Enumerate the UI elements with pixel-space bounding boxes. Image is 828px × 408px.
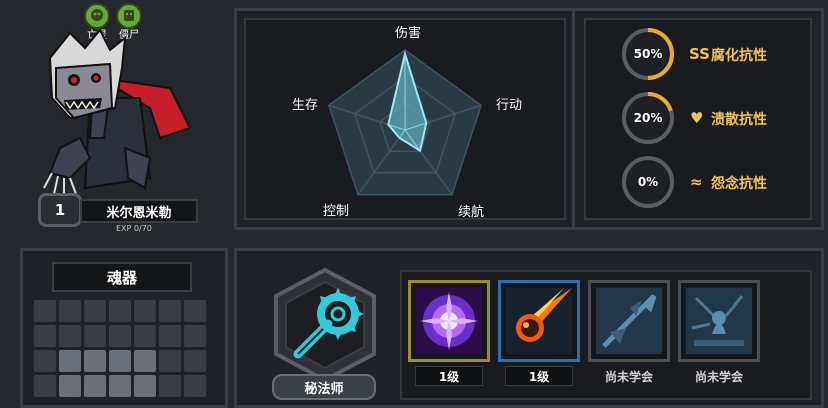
soul-grid-cell[interactable] <box>34 375 56 397</box>
stat-label-damage: 伤害 <box>395 26 422 41</box>
class-emblem[interactable] <box>266 266 384 384</box>
skill-slot-void-orb[interactable] <box>408 280 490 362</box>
skill-slot-ice-spear[interactable] <box>588 280 670 362</box>
resist-label-grudge: 怨念抗性 <box>711 176 767 192</box>
skill-level-frost-summon: 尚未学会 <box>694 369 743 384</box>
resist-progress-arc <box>647 28 674 80</box>
corrosion-icon: SS <box>689 45 710 63</box>
soul-grid-cell[interactable] <box>59 325 81 347</box>
soul-grid-cell[interactable] <box>134 350 156 372</box>
soul-grid-cell[interactable] <box>34 300 56 322</box>
stat-label-control: 控制 <box>323 204 350 219</box>
soul-grid-cell[interactable] <box>59 375 81 397</box>
soul-grid-cell[interactable] <box>59 350 81 372</box>
class-name-button[interactable]: 秘法师 <box>272 374 376 400</box>
soul-grid-cell[interactable] <box>134 325 156 347</box>
soul-grid-cell[interactable] <box>109 325 131 347</box>
skill-level-meteor: 1级 <box>505 366 573 386</box>
soul-grid-cell[interactable] <box>109 375 131 397</box>
soul-grid-cell[interactable] <box>159 325 181 347</box>
meteor-skill-icon <box>506 288 572 354</box>
soul-grid-cell[interactable] <box>34 325 56 347</box>
resist-progress-arc <box>647 92 673 112</box>
radar-chart <box>328 49 482 196</box>
stat-label-sustain: 续航 <box>458 205 485 220</box>
wave-icon: ≈ <box>690 173 703 191</box>
character-portrait <box>43 28 190 196</box>
soul-grid-cell[interactable] <box>159 350 181 372</box>
soul-grid-cell[interactable] <box>59 300 81 322</box>
skill-level-void-orb: 1级 <box>415 366 483 386</box>
void-orb-skill-icon <box>416 288 482 354</box>
level-badge: 1 <box>38 193 82 227</box>
soul-grid-cell[interactable] <box>109 300 131 322</box>
soul-grid-cell[interactable] <box>109 350 131 372</box>
soul-grid-cell[interactable] <box>159 375 181 397</box>
resist-arc-corrosion <box>647 28 674 80</box>
soul-grid-cell[interactable] <box>184 375 206 397</box>
soul-grid-cell[interactable] <box>84 325 106 347</box>
heart-icon: ♥ <box>690 109 704 127</box>
soul-grid-cell[interactable] <box>34 350 56 372</box>
soul-grid-cell[interactable] <box>134 375 156 397</box>
soul-grid-cell[interactable] <box>134 300 156 322</box>
soul-vessel-title: 魂器 <box>52 262 192 292</box>
stat-label-survival: 生存 <box>292 98 319 113</box>
stat-label-action: 行动 <box>496 98 523 113</box>
exp-text: EXP 0/70 <box>116 224 152 233</box>
soul-grid-cell[interactable] <box>84 375 106 397</box>
character-portrait-area: 亡灵 僵尸 1 米尔恩米勒 EXP 0/70 <box>0 0 228 240</box>
soul-grid-cell[interactable] <box>84 300 106 322</box>
resist-arc-collapse <box>647 92 673 112</box>
soul-grid-cell[interactable] <box>159 300 181 322</box>
character-name: 米尔恩米勒 <box>80 199 198 223</box>
skill-slot-frost-summon[interactable] <box>678 280 760 362</box>
ice-spear-skill-icon <box>596 288 662 354</box>
skill-level-ice-spear: 尚未学会 <box>604 369 653 384</box>
resist-label-corrosion: 腐化抗性 <box>711 48 767 64</box>
soul-grid-cell[interactable] <box>184 350 206 372</box>
soul-grid-cell[interactable] <box>84 350 106 372</box>
resist-label-collapse: 溃散抗性 <box>711 112 767 128</box>
soul-grid-cell[interactable] <box>184 325 206 347</box>
soul-grid-cell[interactable] <box>184 300 206 322</box>
resist-arc-grudge <box>622 156 674 208</box>
skill-slot-meteor[interactable] <box>498 280 580 362</box>
frost-summon-skill-icon <box>686 288 752 354</box>
